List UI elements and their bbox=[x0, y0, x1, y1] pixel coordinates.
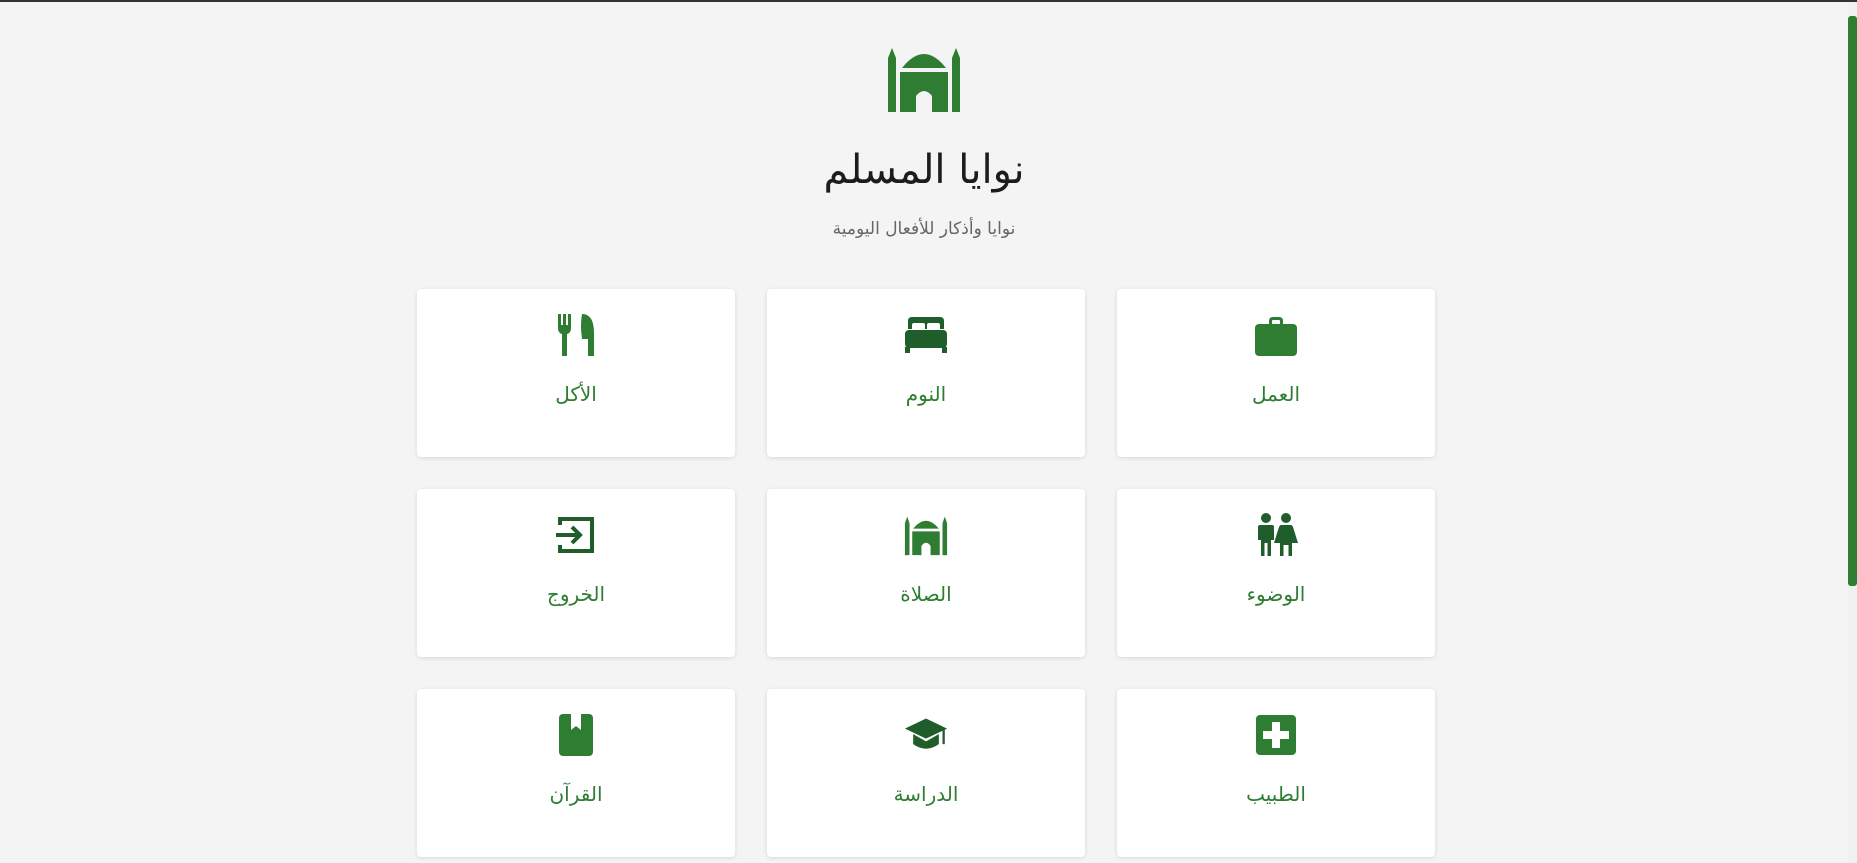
category-card-work[interactable]: العمل bbox=[1117, 289, 1435, 457]
category-card-quran[interactable]: القرآن bbox=[417, 689, 735, 857]
briefcase-icon bbox=[1254, 313, 1298, 357]
scrollbar-thumb[interactable] bbox=[1848, 16, 1857, 586]
restroom-icon bbox=[1254, 513, 1298, 557]
category-label: الدراسة bbox=[893, 782, 959, 806]
category-card-study[interactable]: الدراسة bbox=[767, 689, 1085, 857]
mosque-icon bbox=[904, 513, 948, 557]
main-page: نوايا المسلم نوايا وأذكار للأفعال اليومي… bbox=[0, 2, 1848, 863]
exit-icon bbox=[554, 513, 598, 557]
vertical-scrollbar[interactable] bbox=[1848, 2, 1857, 863]
bed-icon bbox=[904, 313, 948, 357]
page-title: نوايا المسلم bbox=[823, 147, 1025, 193]
page-subtitle: نوايا وأذكار للأفعال اليومية bbox=[832, 219, 1016, 239]
category-card-prayer[interactable]: الصلاة bbox=[767, 489, 1085, 657]
category-card-doctor[interactable]: الطبيب bbox=[1117, 689, 1435, 857]
utensils-icon bbox=[554, 313, 598, 357]
category-label: القرآن bbox=[549, 782, 603, 806]
category-label: العمل bbox=[1252, 382, 1301, 406]
category-card-ablution[interactable]: الوضوء bbox=[1117, 489, 1435, 657]
category-label: الصلاة bbox=[900, 582, 952, 606]
mosque-icon bbox=[886, 44, 962, 112]
category-label: الأكل bbox=[555, 382, 597, 406]
category-label: الطبيب bbox=[1246, 782, 1306, 806]
category-card-going-out[interactable]: الخروج bbox=[417, 489, 735, 657]
categories-grid: العمل النوم الأكل الوضوء الصلاة الخروج ا… bbox=[415, 289, 1435, 857]
quran-book-icon bbox=[554, 713, 598, 757]
category-label: الوضوء bbox=[1246, 582, 1306, 606]
graduation-cap-icon bbox=[904, 713, 948, 757]
category-card-sleep[interactable]: النوم bbox=[767, 289, 1085, 457]
category-label: النوم bbox=[905, 382, 947, 406]
category-card-eating[interactable]: الأكل bbox=[417, 289, 735, 457]
category-label: الخروج bbox=[546, 582, 606, 606]
medical-plus-icon bbox=[1254, 713, 1298, 757]
